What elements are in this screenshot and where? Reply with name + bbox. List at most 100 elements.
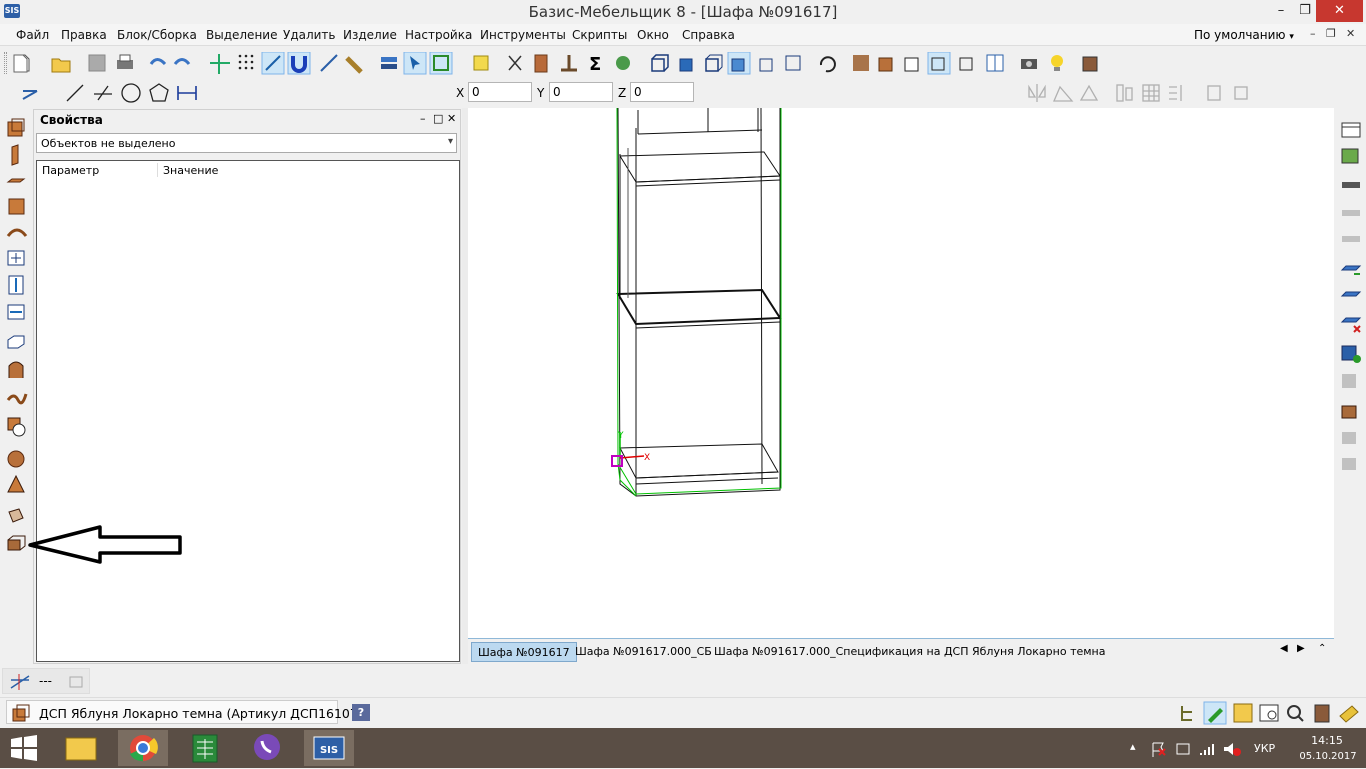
column-header-parameter[interactable]: Параметр: [42, 164, 99, 177]
3d-viewport[interactable]: Y X: [468, 107, 1334, 638]
windows-start-icon[interactable]: [8, 734, 40, 762]
menu-settings[interactable]: Настройка: [405, 28, 472, 42]
edge-move-icon: [1340, 291, 1362, 297]
view-front-icon: [651, 54, 669, 72]
y-axis-label: Y: [617, 431, 624, 441]
preset-label: По умолчанию: [1194, 28, 1286, 42]
render-shaded-icon: [878, 57, 893, 72]
tab-assembly-drawing[interactable]: Шафа №091617.000_СБ: [569, 642, 718, 662]
segment-icon: [66, 84, 84, 102]
view-top-icon: [679, 58, 693, 72]
clock-time[interactable]: 14:15: [1300, 734, 1354, 747]
view-left-icon: [705, 54, 723, 72]
stand-icon: [561, 55, 577, 72]
zoom-icon: [1287, 705, 1304, 722]
array-copy-icon: [1169, 85, 1182, 101]
tray-expand-icon[interactable]: ▴: [1130, 740, 1136, 753]
doc-close-button[interactable]: ✕: [1346, 27, 1355, 40]
left-toolbar-icons: [6, 118, 28, 551]
tab-model[interactable]: Шафа №091617: [471, 642, 577, 662]
tab-scroll-left-icon[interactable]: ◀: [1280, 643, 1288, 654]
menu-help[interactable]: Справка: [682, 28, 735, 42]
draw-toolbar: [22, 83, 197, 103]
menu-product[interactable]: Изделие: [343, 28, 397, 42]
y-coordinate-input[interactable]: [549, 82, 613, 102]
edge-delete-icon: [1340, 317, 1362, 333]
command-history-icon[interactable]: [67, 673, 85, 691]
preset-dropdown[interactable]: По умолчанию ▾: [1194, 28, 1294, 42]
z-coordinate-input[interactable]: [630, 82, 694, 102]
selection-value: Объектов не выделено: [41, 137, 176, 150]
menu-window[interactable]: Окно: [637, 28, 669, 42]
taskbar-chrome[interactable]: [118, 730, 168, 766]
doc-restore-button[interactable]: ❐: [1326, 27, 1336, 40]
frame-select-icon: [429, 52, 453, 75]
open-folder-icon: [51, 58, 71, 73]
selection-dropdown[interactable]: Объектов не выделено ▾: [36, 133, 457, 153]
panel-close-button[interactable]: ✕: [447, 112, 456, 125]
menu-delete[interactable]: Удалить: [283, 28, 336, 42]
view-custom-icon: [785, 55, 801, 71]
command-bar: [0, 666, 1366, 696]
panel-float-button[interactable]: □: [433, 112, 443, 125]
menu-tools[interactable]: Инструменты: [480, 28, 566, 42]
tab-scroll-right-icon[interactable]: ▶: [1297, 643, 1305, 654]
clock-date[interactable]: 05.10.2017: [1298, 751, 1358, 762]
panel-minimize-button[interactable]: –: [420, 112, 426, 125]
menu-scripts[interactable]: Скрипты: [572, 28, 627, 42]
menu-edit[interactable]: Правка: [61, 28, 107, 42]
vertical-divider-icon: [8, 275, 24, 295]
svg-text:SIS: SIS: [320, 745, 338, 756]
circle-icon: [121, 83, 141, 103]
column-header-value[interactable]: Значение: [163, 164, 218, 177]
command-toolbar: ---: [2, 668, 90, 694]
x-axis-label: X: [644, 453, 650, 463]
materials-icon: [616, 56, 630, 70]
notebook-icon: [1339, 705, 1359, 723]
align-icon: [1079, 84, 1099, 101]
front-panel-icon: [8, 198, 25, 215]
network-icon: [1200, 744, 1214, 755]
render-wireframe-icon: [927, 52, 951, 75]
line-tool-icon: [320, 54, 338, 72]
language-indicator[interactable]: УКР: [1254, 742, 1275, 755]
x-label: X: [456, 86, 465, 100]
flag-icon: [1152, 742, 1166, 757]
y-label: Y: [537, 86, 545, 100]
doc-minimize-button[interactable]: –: [1310, 27, 1316, 40]
tab-specification[interactable]: Шафа №091617.000_Спецификация на ДСП Ябл…: [708, 642, 1111, 662]
property-grid[interactable]: Параметр Значение: [36, 160, 460, 662]
current-material[interactable]: ДСП Яблуня Локарно темна (Артикул ДСП161…: [6, 700, 363, 724]
redo-icon: [173, 58, 191, 65]
chrome-icon: [130, 735, 158, 762]
menu-block-assembly[interactable]: Блок/Сборка: [117, 28, 197, 42]
help-button[interactable]: ?: [352, 704, 370, 721]
panel-icon: [7, 118, 25, 137]
construction-icon: [22, 90, 38, 100]
align-toolbar: [1028, 84, 1248, 102]
toolbar-grip[interactable]: [4, 52, 7, 74]
tangent-line-icon: [94, 85, 112, 101]
menu-file[interactable]: Файл: [16, 28, 49, 42]
mirror-icon: [1028, 84, 1046, 102]
taskbar-calculator[interactable]: [180, 730, 230, 766]
tab-expand-icon[interactable]: ⌃: [1318, 643, 1326, 654]
menu-selection[interactable]: Выделение: [206, 28, 277, 42]
extrude-body-icon: [7, 535, 26, 551]
groove-icon: [1341, 405, 1357, 419]
taskbar-bazis[interactable]: SIS: [304, 730, 354, 766]
vertical-panel-icon: [11, 144, 19, 166]
fitting-remove-icon: [1342, 236, 1360, 242]
taskbar-explorer[interactable]: [56, 730, 106, 766]
taskbar-viber[interactable]: [242, 730, 292, 766]
command-icon[interactable]: [9, 672, 33, 692]
title-bar: SIS Базис-Мебельщик 8 - [Шафа №091617] –…: [0, 0, 1366, 24]
hinge-icon: [1342, 182, 1360, 188]
ruler-icon: [345, 56, 363, 74]
close-button[interactable]: ✕: [1316, 0, 1363, 22]
bazis-app-icon: SIS: [313, 736, 345, 760]
arrow-annotation: [28, 525, 182, 564]
column-divider[interactable]: [157, 163, 158, 177]
x-coordinate-input[interactable]: [468, 82, 532, 102]
render-transparent-icon: [959, 57, 973, 71]
